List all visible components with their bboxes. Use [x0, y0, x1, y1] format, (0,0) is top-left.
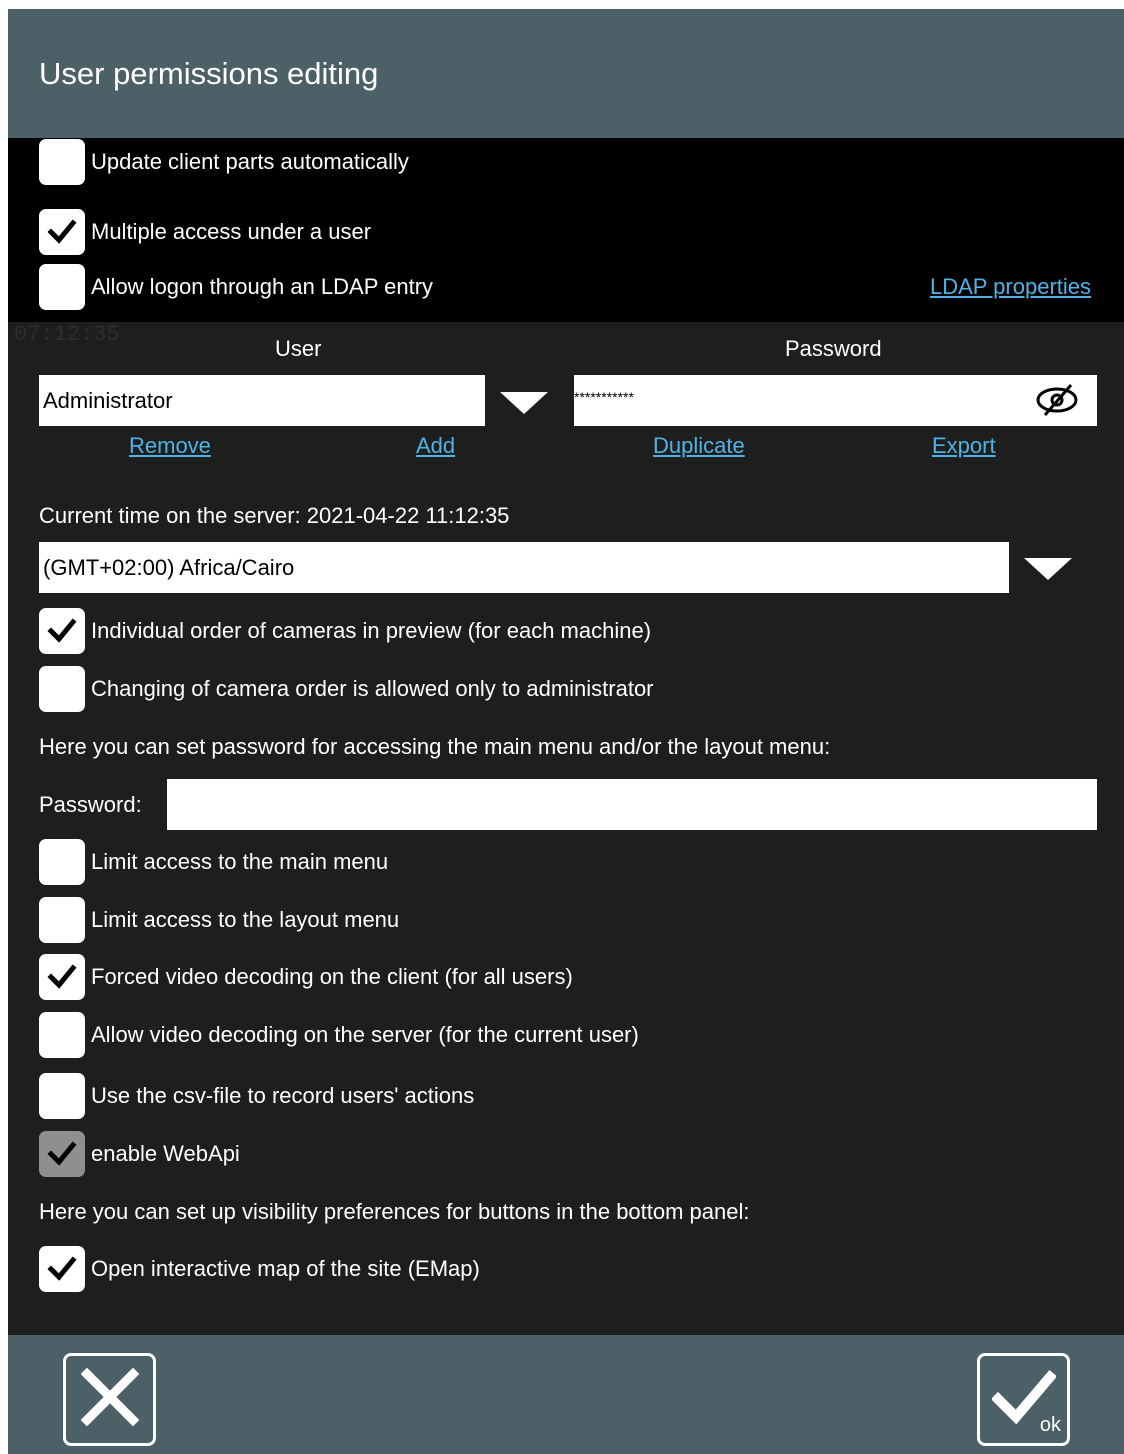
checkbox[interactable]	[39, 666, 85, 712]
add-user-link[interactable]: Add	[416, 433, 455, 459]
ldap-properties-link[interactable]: LDAP properties	[930, 274, 1091, 300]
password-header: Password	[785, 336, 882, 361]
checkbox-label: Allow video decoding on the server (for …	[91, 1022, 639, 1047]
ok-button[interactable]: ok	[977, 1353, 1070, 1446]
checkbox[interactable]	[39, 954, 85, 1000]
password-value: ***********	[574, 388, 634, 405]
background-clock: 07:12:35	[14, 322, 120, 347]
dropdown-arrow-icon[interactable]	[1024, 558, 1072, 580]
option-limit-main-menu[interactable]: Limit access to the main menu	[39, 837, 388, 887]
check-icon	[47, 219, 77, 244]
menu-password-field[interactable]	[167, 779, 1097, 830]
checkbox[interactable]	[39, 209, 85, 255]
eye-off-icon[interactable]	[1033, 384, 1081, 422]
password-field[interactable]: ***********	[574, 375, 1097, 426]
option-forced-client-decoding[interactable]: Forced video decoding on the client (for…	[39, 952, 573, 1002]
checkbox-label: enable WebApi	[91, 1141, 240, 1166]
option-open-emap[interactable]: Open interactive map of the site (EMap)	[39, 1244, 480, 1294]
option-ldap-logon[interactable]: Allow logon through an LDAP entry	[39, 262, 433, 312]
checkbox[interactable]	[39, 1131, 85, 1177]
user-header: User	[275, 336, 322, 361]
checkbox-label: Update client parts automatically	[91, 149, 409, 174]
timezone-select[interactable]: (GMT+02:00) Africa/Cairo	[39, 542, 1009, 593]
option-individual-camera-order[interactable]: Individual order of cameras in preview (…	[39, 606, 651, 656]
checkbox-label: Limit access to the main menu	[91, 849, 389, 874]
server-time: Current time on the server: 2021-04-22 1…	[39, 503, 510, 528]
close-icon	[80, 1367, 139, 1431]
checkbox[interactable]	[39, 139, 85, 185]
check-icon	[47, 618, 77, 643]
checkbox-label: Individual order of cameras in preview (…	[91, 618, 652, 643]
checkbox-label: Multiple access under a user	[91, 219, 372, 244]
title-bar: User permissions editing	[8, 9, 1124, 138]
check-icon	[47, 964, 77, 989]
checkbox[interactable]	[39, 608, 85, 654]
timezone-value: (GMT+02:00) Africa/Cairo	[43, 554, 295, 580]
checkbox-label: Forced video decoding on the client (for…	[91, 964, 573, 989]
checkbox-label: Changing of camera order is allowed only…	[91, 676, 654, 701]
menu-password-label: Password:	[39, 792, 142, 817]
option-camera-order-admin-only[interactable]: Changing of camera order is allowed only…	[39, 664, 654, 714]
checkbox-label: Limit access to the layout menu	[91, 907, 400, 932]
checkbox[interactable]	[39, 1012, 85, 1058]
option-csv-log[interactable]: Use the csv-file to record users' action…	[39, 1071, 474, 1121]
option-enable-webapi[interactable]: enable WebApi	[39, 1129, 240, 1179]
remove-user-link[interactable]: Remove	[129, 433, 211, 459]
footer-bar: ok	[8, 1335, 1124, 1454]
option-multiple-access[interactable]: Multiple access under a user	[39, 207, 371, 257]
checkbox-label: Open interactive map of the site (EMap)	[91, 1256, 480, 1281]
duplicate-user-link[interactable]: Duplicate	[653, 433, 745, 459]
ok-label: ok	[1039, 1414, 1061, 1436]
checkbox[interactable]	[39, 897, 85, 943]
option-update-client-parts[interactable]: Update client parts automatically	[39, 137, 409, 187]
export-user-link[interactable]: Export	[932, 433, 996, 459]
menu-password-hint: Here you can set password for accessing …	[39, 734, 831, 759]
cancel-button[interactable]	[63, 1353, 156, 1446]
option-limit-layout-menu[interactable]: Limit access to the layout menu	[39, 895, 399, 945]
check-icon	[47, 1141, 77, 1166]
dialog-title: User permissions editing	[39, 56, 379, 91]
option-server-decoding[interactable]: Allow video decoding on the server (for …	[39, 1010, 639, 1060]
dropdown-arrow-icon[interactable]	[500, 392, 548, 414]
check-icon	[47, 1256, 77, 1281]
checkbox[interactable]	[39, 264, 85, 310]
checkbox[interactable]	[39, 1246, 85, 1292]
user-select-value: Administrator	[43, 387, 173, 413]
user-permissions-dialog: User permissions editing 07:12:35 Update…	[8, 9, 1124, 1454]
checkbox-label: Allow logon through an LDAP entry	[91, 274, 434, 299]
user-select[interactable]: Administrator	[39, 375, 485, 426]
checkbox[interactable]	[39, 839, 85, 885]
checkbox-label: Use the csv-file to record users' action…	[91, 1083, 475, 1108]
visibility-hint: Here you can set up visibility preferenc…	[39, 1199, 750, 1224]
checkbox[interactable]	[39, 1073, 85, 1119]
